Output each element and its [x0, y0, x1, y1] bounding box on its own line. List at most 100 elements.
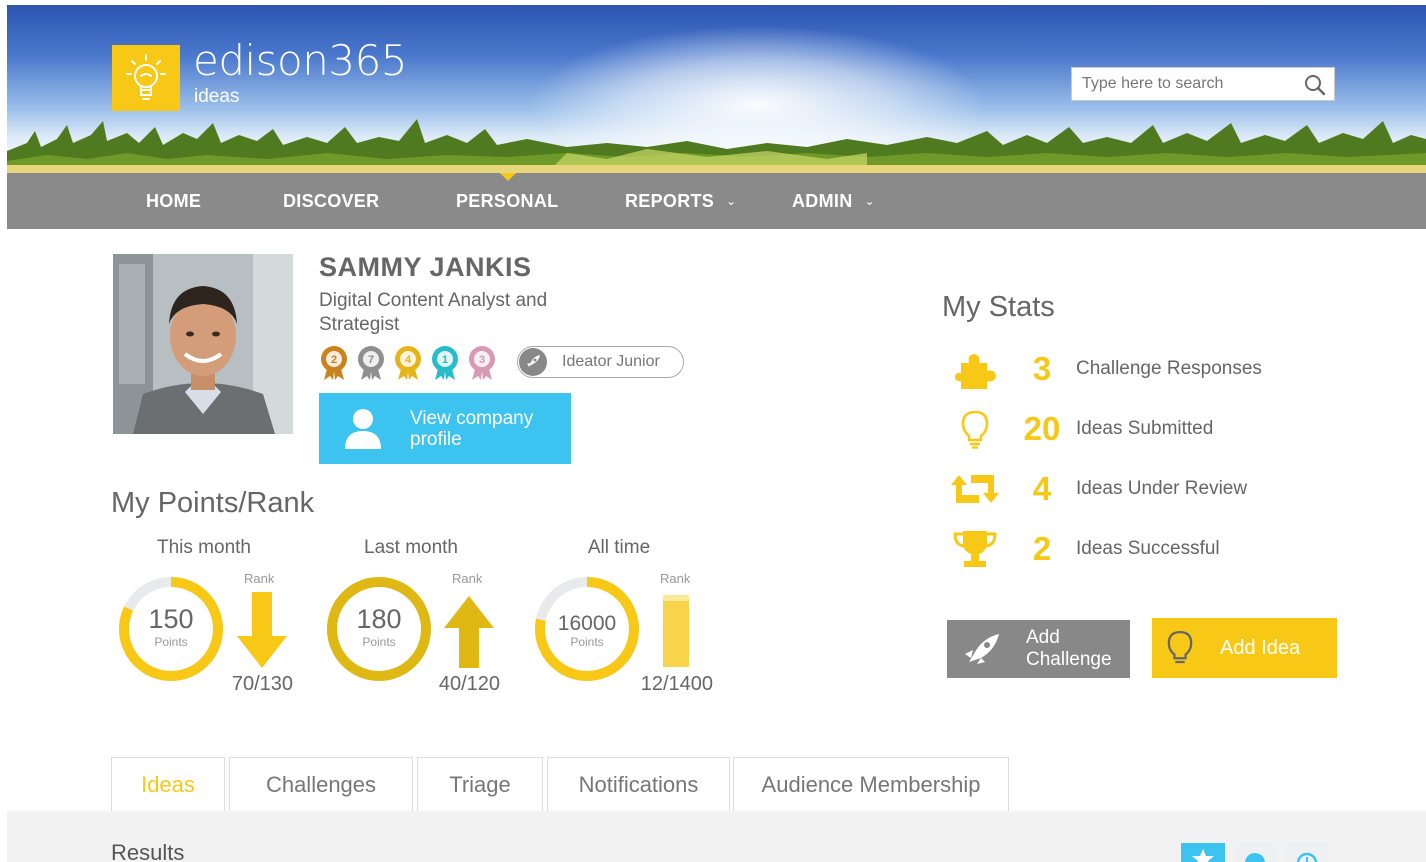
tab-label: Challenges	[265, 771, 377, 797]
stat-label: Ideas Under Review	[1076, 478, 1248, 499]
lightbulb-icon	[1167, 631, 1193, 664]
medal-icon: 1	[432, 346, 458, 380]
rank-label: Rank	[244, 571, 275, 586]
stat-challenge-responses: 3 Challenge Responses	[944, 349, 1262, 389]
results-title: Results	[111, 840, 185, 862]
my-stats-title: My Stats	[942, 291, 1055, 323]
nav-home-label: HOME	[146, 190, 202, 211]
tab-triage[interactable]: Triage	[417, 757, 543, 811]
points-rank-title: My Points/Rank	[111, 487, 315, 519]
points-value: 16000	[557, 612, 617, 635]
view-company-profile-button[interactable]: View company profile	[319, 393, 571, 464]
tab-label: Notifications	[578, 771, 699, 797]
stat-label: Ideas Submitted	[1076, 418, 1214, 439]
add-challenge-button[interactable]: Add Challenge	[947, 620, 1130, 678]
level-badge: Ideator Junior	[517, 346, 684, 378]
rank-down-arrow-icon	[237, 592, 287, 668]
lightbulb-logo-icon	[126, 54, 166, 100]
tab-ideas[interactable]: Ideas	[111, 757, 225, 811]
user-name: SAMMY JANKIS	[319, 252, 532, 282]
period-this-month-label: This month	[157, 537, 251, 558]
rank-label: Rank	[660, 571, 691, 586]
rank-value-this-month: 70/130	[231, 673, 293, 695]
medal-icon: 3	[469, 346, 495, 380]
stat-value: 4	[1032, 470, 1052, 507]
period-last-month-label: Last month	[364, 537, 458, 558]
clock-icon	[1296, 852, 1318, 862]
medal-icon: 4	[395, 346, 421, 380]
globe-icon	[1245, 853, 1265, 862]
search-box	[1071, 67, 1335, 101]
badge-gold[interactable]: 4	[393, 345, 423, 381]
nav-personal[interactable]: PERSONAL	[456, 173, 558, 229]
period-all-time-label: All time	[587, 537, 651, 558]
view-company-profile-label: View company profile	[410, 408, 534, 450]
achievement-badges: 2 7 4 1 3	[319, 345, 497, 381]
lightbulb-icon	[944, 409, 1006, 449]
stat-label: Ideas Successful	[1076, 538, 1220, 559]
grass-decoration	[7, 119, 1426, 173]
review-arrows-icon	[944, 469, 1006, 509]
search-icon[interactable]	[1304, 74, 1326, 96]
tab-challenges[interactable]: Challenges	[229, 757, 413, 811]
stat-ideas-under-review: 4 Ideas Under Review	[944, 469, 1247, 509]
puzzle-icon	[944, 349, 1006, 389]
search-input[interactable]	[1082, 75, 1302, 93]
rocket-icon	[519, 348, 547, 376]
badge-teal[interactable]: 1	[430, 345, 460, 381]
globe-view-button[interactable]	[1233, 843, 1277, 862]
tab-label: Ideas	[141, 771, 195, 797]
rank-label: Rank	[452, 571, 483, 586]
points-unit-label: Points	[154, 635, 188, 649]
user-job-title: Digital Content Analyst and Strategist	[319, 290, 548, 335]
star-view-button[interactable]	[1181, 843, 1225, 862]
nav-admin-label: ADMIN	[792, 190, 853, 211]
star-icon	[1192, 849, 1214, 862]
medal-count: 3	[479, 354, 485, 366]
app-logo-subtext: ideas	[194, 86, 240, 107]
rank-up-arrow-icon	[444, 596, 494, 668]
add-challenge-label: Add Challenge	[1026, 627, 1112, 670]
points-gauge-this-month: 150 Points	[117, 575, 225, 683]
points-unit-label: Points	[362, 635, 396, 649]
stat-value: 2	[1032, 530, 1052, 567]
tab-audience-membership[interactable]: Audience Membership	[733, 757, 1009, 811]
rocket-icon	[965, 634, 999, 664]
chevron-down-icon: ⌄	[726, 194, 737, 208]
profile-photo	[113, 254, 293, 434]
badge-pink[interactable]: 3	[467, 345, 497, 381]
user-icon	[345, 409, 381, 449]
rank-value-all-time: 12/1400	[640, 673, 713, 695]
badge-bronze[interactable]: 2	[319, 345, 349, 381]
badge-silver[interactable]: 7	[356, 345, 386, 381]
app-logo-text: edison365	[193, 36, 408, 85]
nav-admin[interactable]: ADMIN ⌄	[792, 173, 875, 229]
main-nav: HOME DISCOVER PERSONAL REPORTS ⌄ ADMIN ⌄	[7, 173, 1426, 229]
avatar	[113, 254, 293, 434]
level-label: Ideator Junior	[562, 353, 660, 370]
tab-notifications[interactable]: Notifications	[547, 757, 730, 811]
clock-view-button[interactable]	[1285, 843, 1329, 862]
stat-ideas-submitted: 20 Ideas Submitted	[944, 409, 1213, 449]
nav-personal-label: PERSONAL	[456, 190, 559, 211]
stat-label: Challenge Responses	[1076, 358, 1262, 379]
medal-count: 2	[331, 354, 337, 366]
medal-count: 7	[368, 354, 374, 366]
add-idea-button[interactable]: Add Idea	[1152, 618, 1337, 678]
nav-reports-label: REPORTS	[625, 190, 715, 211]
rank-steady-bar-icon	[663, 595, 689, 667]
medal-count: 4	[405, 354, 412, 366]
points-gauge-all-time: 16000 Points	[533, 575, 641, 683]
nav-discover-label: DISCOVER	[283, 190, 380, 211]
rank-value-last-month: 40/120	[438, 673, 500, 695]
medal-icon: 7	[358, 346, 384, 380]
medal-icon: 2	[321, 346, 347, 380]
nav-discover[interactable]: DISCOVER	[283, 173, 379, 229]
nav-reports[interactable]: REPORTS ⌄	[625, 173, 736, 229]
points-unit-label: Points	[570, 635, 604, 649]
logo-mark[interactable]	[112, 45, 180, 111]
stat-value: 3	[1032, 350, 1052, 387]
tab-label: Audience Membership	[761, 771, 981, 797]
nav-home[interactable]: HOME	[146, 173, 201, 229]
stat-ideas-successful: 2 Ideas Successful	[944, 529, 1220, 569]
